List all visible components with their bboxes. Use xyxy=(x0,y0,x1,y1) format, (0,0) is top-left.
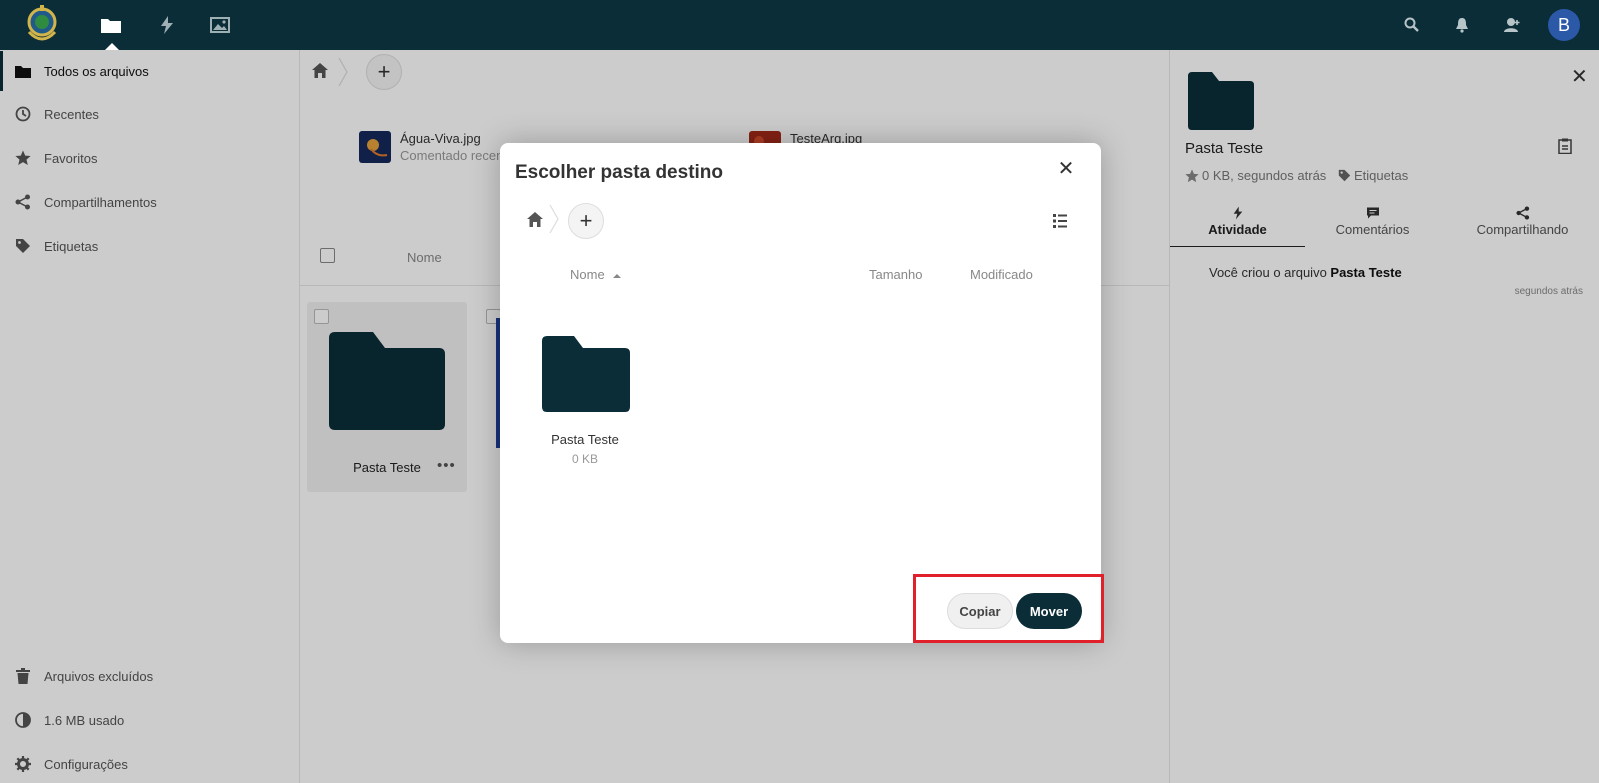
top-bar: B xyxy=(0,0,1599,50)
close-icon[interactable]: ✕ xyxy=(1054,156,1078,180)
folder-icon[interactable] xyxy=(542,336,630,412)
bell-icon[interactable] xyxy=(1450,13,1474,37)
files-icon[interactable] xyxy=(99,13,123,37)
logo[interactable] xyxy=(24,2,60,48)
sort-ascending-icon xyxy=(612,273,621,278)
highlight-box xyxy=(913,574,1104,643)
list-view-icon[interactable] xyxy=(1053,214,1067,231)
home-icon[interactable] xyxy=(527,212,543,230)
activity-icon[interactable] xyxy=(155,13,179,37)
dialog-title: Escolher pasta destino xyxy=(515,162,724,183)
breadcrumb-separator xyxy=(549,205,559,233)
column-label: Nome xyxy=(570,267,605,282)
gallery-icon[interactable] xyxy=(208,13,232,37)
column-header-modified[interactable]: Modificado xyxy=(970,267,1033,282)
avatar-letter: B xyxy=(1557,14,1570,35)
column-header-name[interactable]: Nome xyxy=(570,267,621,282)
new-folder-button[interactable]: + xyxy=(568,203,604,239)
folder-name[interactable]: Pasta Teste xyxy=(520,432,650,447)
folder-size: 0 KB xyxy=(571,452,598,466)
column-header-size[interactable]: Tamanho xyxy=(869,267,922,282)
search-icon[interactable] xyxy=(1400,13,1424,37)
folder-picker-dialog: Escolher pasta destino ✕ + Nome Tamanho … xyxy=(500,143,1101,643)
active-app-indicator xyxy=(105,43,119,50)
column-label: Tamanho xyxy=(869,267,923,282)
contacts-icon[interactable] xyxy=(1500,13,1524,37)
column-label: Modificado xyxy=(970,267,1033,282)
avatar[interactable]: B xyxy=(1548,9,1580,41)
